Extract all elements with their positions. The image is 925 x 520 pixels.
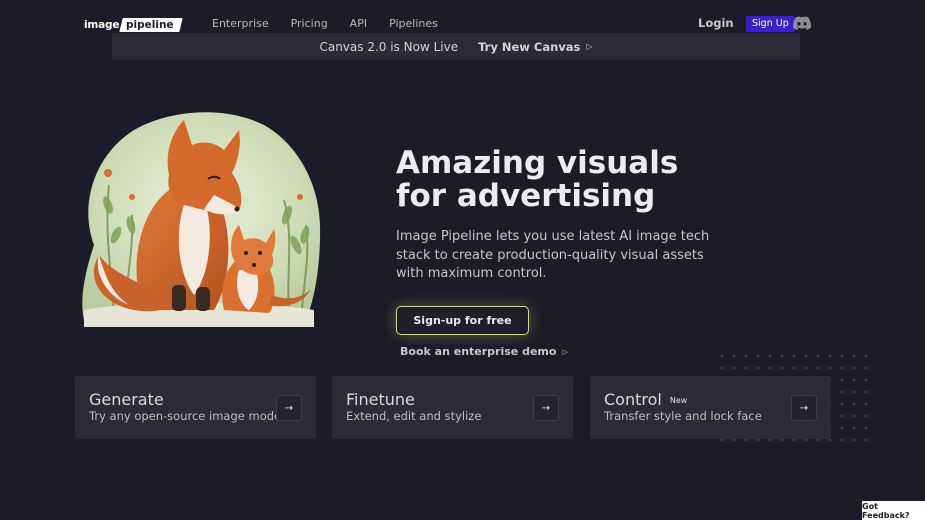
- card-title-wrap: Control New: [604, 390, 687, 409]
- nav-link-api[interactable]: API: [350, 17, 367, 30]
- signup-free-button[interactable]: Sign-up for free: [396, 306, 529, 335]
- nav-link-enterprise[interactable]: Enterprise: [212, 17, 269, 30]
- announcement-banner: Canvas 2.0 is Now Live Try New Canvas ▷: [112, 33, 800, 60]
- nav-links: Enterprise Pricing API Pipelines: [212, 17, 460, 30]
- banner-text: Canvas 2.0 is Now Live: [319, 39, 459, 54]
- discord-icon[interactable]: [793, 15, 811, 31]
- logo-word-image: image: [84, 19, 120, 31]
- try-new-canvas-link[interactable]: Try New Canvas: [478, 40, 580, 54]
- logo[interactable]: image pipeline: [84, 17, 183, 33]
- card-finetune[interactable]: Finetune Extend, edit and stylize →: [332, 376, 573, 439]
- card-title: Finetune: [346, 390, 415, 409]
- feedback-button[interactable]: Got Feedback?: [862, 501, 925, 520]
- hero-title: Amazing visuals for advertising: [396, 145, 679, 214]
- arrow-right-icon[interactable]: →: [276, 395, 302, 421]
- arrow-right-icon[interactable]: →: [533, 395, 559, 421]
- arrow-right-icon[interactable]: →: [791, 395, 817, 421]
- book-demo-label: Book an enterprise demo: [400, 345, 557, 358]
- new-badge: New: [669, 396, 688, 405]
- fox-illustration: [82, 112, 321, 328]
- card-generate[interactable]: Generate Try any open-source image model…: [75, 376, 316, 439]
- card-subtitle: Extend, edit and stylize: [346, 409, 482, 423]
- card-subtitle: Transfer style and lock face: [604, 409, 762, 423]
- signup-button[interactable]: Sign Up: [746, 16, 795, 32]
- card-title: Control: [604, 390, 662, 409]
- play-arrow-icon: ▷: [562, 347, 568, 356]
- book-demo-link[interactable]: Book an enterprise demo ▷: [400, 345, 568, 358]
- logo-word-pipeline: pipeline: [119, 18, 183, 32]
- card-control[interactable]: Control New Transfer style and lock face …: [590, 376, 831, 439]
- hero-description: Image Pipeline lets you use latest AI im…: [396, 229, 710, 281]
- play-arrow-icon: ▷: [586, 42, 593, 51]
- nav-link-pricing[interactable]: Pricing: [291, 17, 328, 30]
- card-subtitle: Try any open-source image models: [89, 409, 291, 423]
- login-link[interactable]: Login: [698, 16, 734, 30]
- card-title: Generate: [89, 390, 164, 409]
- nav-link-pipelines[interactable]: Pipelines: [389, 17, 438, 30]
